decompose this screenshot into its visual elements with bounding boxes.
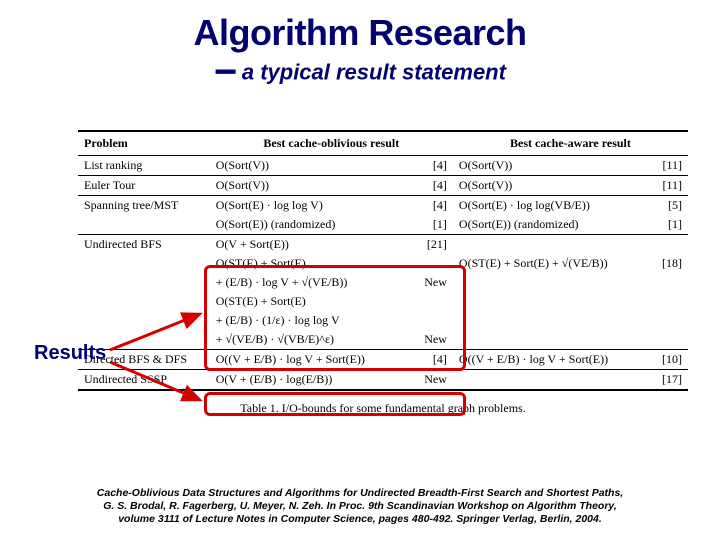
citation: Cache-Oblivious Data Structures and Algo… (12, 487, 708, 526)
table-row: Directed BFS & DFS O((V + E/B) · log V +… (78, 350, 688, 370)
results-table-wrap: Problem Best cache-oblivious result Best… (78, 130, 688, 416)
table-caption: Table 1. I/O-bounds for some fundamental… (78, 401, 688, 416)
results-label: Results (34, 342, 106, 365)
table-row: O(ST(E) + Sort(E) (78, 292, 688, 311)
citation-line: G. S. Brodal, R. Fagerberg, U. Meyer, N.… (12, 500, 708, 513)
citation-line: Cache-Oblivious Data Structures and Algo… (12, 487, 708, 500)
col-cache-aware: Best cache-aware result (453, 131, 688, 156)
citation-line: volume 3111 of Lecture Notes in Computer… (12, 513, 708, 526)
table-row: + (E/B) · (1/ε) · log log V (78, 311, 688, 330)
table-row: Euler Tour O(Sort(V)) [4] O(Sort(V)) [11… (78, 176, 688, 196)
table-row: List ranking O(Sort(V)) [4] O(Sort(V)) [… (78, 156, 688, 176)
results-table: Problem Best cache-oblivious result Best… (78, 130, 688, 391)
table-row: O(Sort(E)) (randomized) [1] O(Sort(E)) (… (78, 215, 688, 235)
col-cache-oblivious: Best cache-oblivious result (210, 131, 453, 156)
dash-glyph: − (214, 50, 237, 94)
subtitle: a typical result statement (242, 60, 506, 85)
subtitle-row: − a typical result statement (0, 50, 720, 95)
table-row: Undirected BFS O(V + Sort(E)) [21] (78, 235, 688, 255)
col-problem: Problem (78, 131, 210, 156)
table-row: Undirected SSSP O(V + (E/B) · log(E/B)) … (78, 370, 688, 391)
table-header-row: Problem Best cache-oblivious result Best… (78, 131, 688, 156)
table-row: Spanning tree/MST O(Sort(E) · log log V)… (78, 196, 688, 216)
table-row: + √(VE/B) · √(VB/E)^ε) New (78, 330, 688, 350)
table-row: + (E/B) · log V + √(VE/B)) New (78, 273, 688, 292)
page-title: Algorithm Research (0, 0, 720, 54)
table-row: O(ST(E) + Sort(E) O(ST(E) + Sort(E) + √(… (78, 254, 688, 273)
